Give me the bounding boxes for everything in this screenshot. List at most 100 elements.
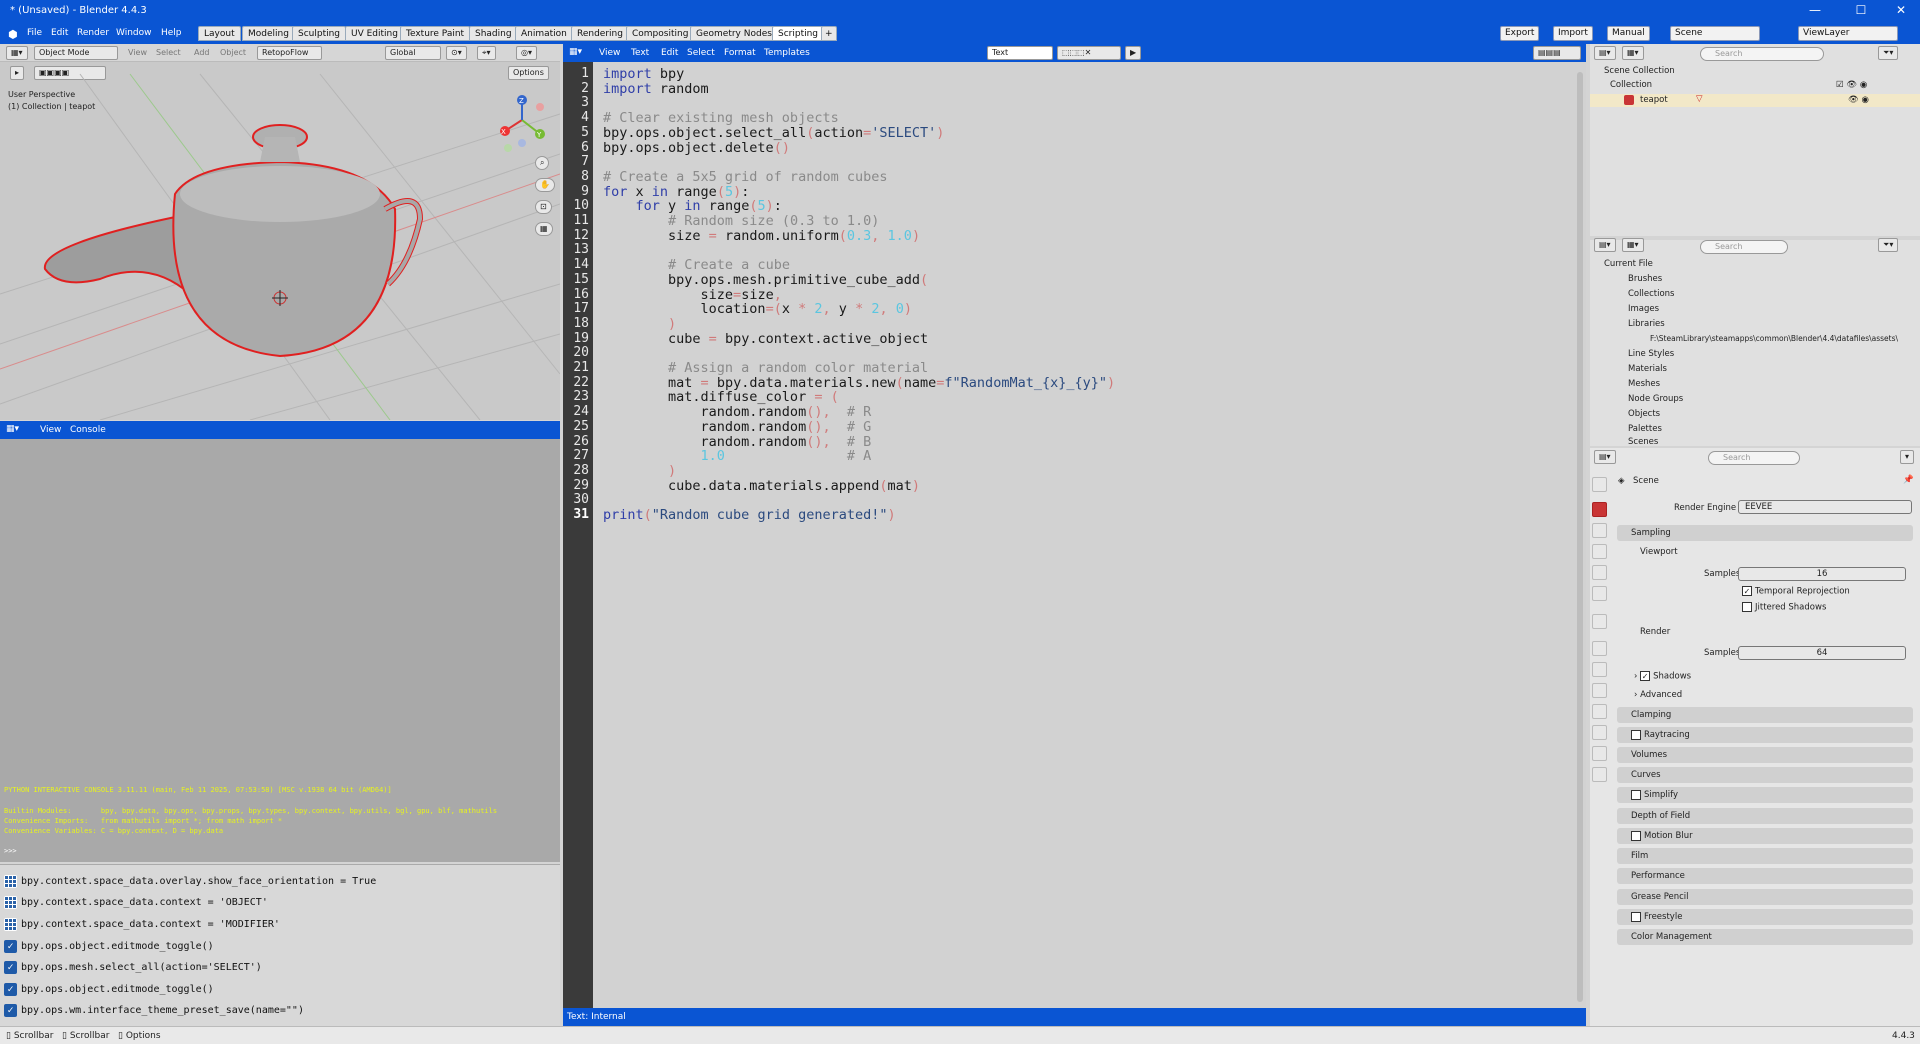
data-item-materials[interactable]: Materials [1628,364,1667,374]
shadows-subpanel[interactable]: › ✓ Shadows [1634,671,1691,682]
tab-geometry-nodes[interactable]: Geometry Nodes [690,26,778,41]
code-line[interactable]: # Assign a random color material [603,360,928,376]
output-tab-icon[interactable] [1592,523,1607,538]
jittered-shadows-checkbox[interactable]: Jittered Shadows [1742,602,1826,613]
blend-filter-icon[interactable]: ⏷▾ [1878,238,1899,252]
panel-freestyle[interactable]: Freestyle [1617,909,1913,925]
grid-view-icon[interactable]: ▦ [535,222,553,236]
manual-button[interactable]: Manual [1607,26,1650,41]
menu-help[interactable]: Help [161,28,182,38]
blend-search[interactable]: Search [1700,240,1788,254]
run-script-icon[interactable]: ▶ [1125,46,1142,60]
close-button[interactable]: ✕ [1886,3,1916,17]
material-tab-icon[interactable] [1592,767,1607,782]
tab-sculpting[interactable]: Sculpting [292,26,347,41]
object-tab-icon[interactable] [1592,641,1607,656]
tab-modeling[interactable]: Modeling [242,26,295,41]
code-line[interactable]: cube = bpy.context.active_object [603,331,928,347]
scene-collection[interactable]: Scene Collection [1604,66,1675,76]
menu-window[interactable]: Window [116,28,152,38]
text-datablock-selector[interactable]: Text [987,46,1053,60]
code-line[interactable]: ) [603,463,676,479]
blender-logo-icon[interactable]: ⬢ [8,28,18,41]
menu-edit[interactable]: Edit [51,28,68,38]
render-tab-icon[interactable] [1592,502,1607,517]
export-button[interactable]: Export [1500,26,1540,41]
code-line[interactable]: for y in range(5): [603,198,782,214]
console-prompt[interactable]: >>> [4,847,21,855]
tab-scripting[interactable]: Scripting [772,26,825,41]
text-menu-edit[interactable]: Edit [661,48,678,58]
outliner-search[interactable]: Search [1700,47,1824,61]
console-editor-type-icon[interactable]: ▦▾ [6,424,19,434]
3d-viewport[interactable]: ▦▾ Object Mode View Select Add Object Re… [0,44,560,420]
panel-curves[interactable]: Curves [1617,767,1913,783]
display-mode-icon[interactable]: ▦▾ [1622,46,1644,60]
panel-depth-of-field[interactable]: Depth of Field [1617,808,1913,824]
info-log[interactable]: bpy.context.space_data.overlay.show_face… [0,864,560,1026]
text-menu-view[interactable]: View [599,48,620,58]
code-line[interactable]: # Create a 5x5 grid of random cubes [603,169,887,185]
text-menu-format[interactable]: Format [724,48,756,58]
object-visibility-icons[interactable]: 👁 ◉ [1848,95,1869,105]
data-item-images[interactable]: Images [1628,304,1659,314]
props-search[interactable]: Search [1708,451,1800,465]
data-item-line-styles[interactable]: Line Styles [1628,349,1674,359]
pin-icon[interactable]: 📌 [1903,475,1914,485]
import-button[interactable]: Import [1553,26,1593,41]
text-display-toggles[interactable]: ▤▤▤ [1533,46,1581,60]
code-line[interactable]: for x in range(5): [603,184,749,200]
tab-shading[interactable]: Shading [469,26,518,41]
code-line[interactable]: bpy.ops.mesh.primitive_cube_add( [603,272,928,288]
panel-film[interactable]: Film [1617,848,1913,864]
collection-item[interactable]: Collection [1610,80,1652,90]
props-editor-type-icon[interactable]: ▤▾ [1594,450,1616,464]
info-log-row[interactable]: ✓ bpy.ops.object.editmode_toggle() [4,979,556,999]
menu-file[interactable]: File [27,28,42,38]
code-line[interactable]: mat.diffuse_color = ( [603,389,839,405]
tab-texture-paint[interactable]: Texture Paint [400,26,471,41]
panel-sampling[interactable]: Sampling [1617,525,1913,541]
panel-volumes[interactable]: Volumes [1617,747,1913,763]
console-menu-view[interactable]: View [40,425,61,435]
data-item-meshes[interactable]: Meshes [1628,379,1660,389]
code-line[interactable]: # Clear existing mesh objects [603,110,839,126]
code-line[interactable]: size = random.uniform(0.3, 1.0) [603,228,920,244]
code-line[interactable]: mat = bpy.data.materials.new(name=f"Rand… [603,375,1115,391]
outliner-editor-type-icon[interactable]: ▤▾ [1594,46,1616,60]
code-line[interactable]: import bpy [603,66,684,82]
current-file-root[interactable]: Current File [1604,259,1653,269]
render-samples-field[interactable]: 64 [1738,646,1906,660]
physics-tab-icon[interactable] [1592,704,1607,719]
code-line[interactable]: # Random size (0.3 to 1.0) [603,213,879,229]
blend-display-mode-icon[interactable]: ▦▾ [1622,238,1644,252]
subpanel-render[interactable]: Render [1640,627,1670,637]
viewport-samples-field[interactable]: 16 [1738,567,1906,581]
info-log-row[interactable]: ✓ bpy.ops.mesh.select_all(action='SELECT'… [4,957,556,977]
code-line[interactable]: cube.data.materials.append(mat) [603,478,920,494]
data-item-palettes[interactable]: Palettes [1628,424,1662,434]
code-line[interactable]: # Create a cube [603,257,790,273]
code-line[interactable]: print("Random cube grid generated!") [603,507,896,523]
text-editor-type-icon[interactable]: ▦▾ [569,47,582,57]
code-line[interactable]: location=(x * 2, y * 2, 0) [603,301,913,317]
panel-simplify[interactable]: Simplify [1617,787,1913,803]
add-workspace-button[interactable]: + [821,26,837,41]
code-line[interactable]: size=size, [603,287,782,303]
tab-rendering[interactable]: Rendering [571,26,629,41]
data-item-scenes[interactable]: Scenes [1628,437,1658,446]
constraints-tab-icon[interactable] [1592,725,1607,740]
filter-icon[interactable]: ⏷▾ [1878,46,1899,60]
info-log-row[interactable]: ✓ bpy.ops.object.editmode_toggle() [4,936,556,956]
panel-color-management[interactable]: Color Management [1617,929,1913,945]
render-engine-dropdown[interactable]: EEVEE [1738,500,1912,514]
world-tab-icon[interactable] [1592,586,1607,601]
code-line[interactable]: random.random(), # R [603,404,872,420]
data-item-objects[interactable]: Objects [1628,409,1660,419]
advanced-subpanel[interactable]: › Advanced [1634,690,1682,700]
info-log-row[interactable]: bpy.context.space_data.context = 'MODIFI… [4,914,556,934]
code-line[interactable]: bpy.ops.object.delete() [603,140,790,156]
code-area[interactable]: import bpy import random # Clear existing … [593,62,1586,1008]
code-line[interactable]: random.random(), # G [603,419,872,435]
panel-grease-pencil[interactable]: Grease Pencil [1617,889,1913,905]
